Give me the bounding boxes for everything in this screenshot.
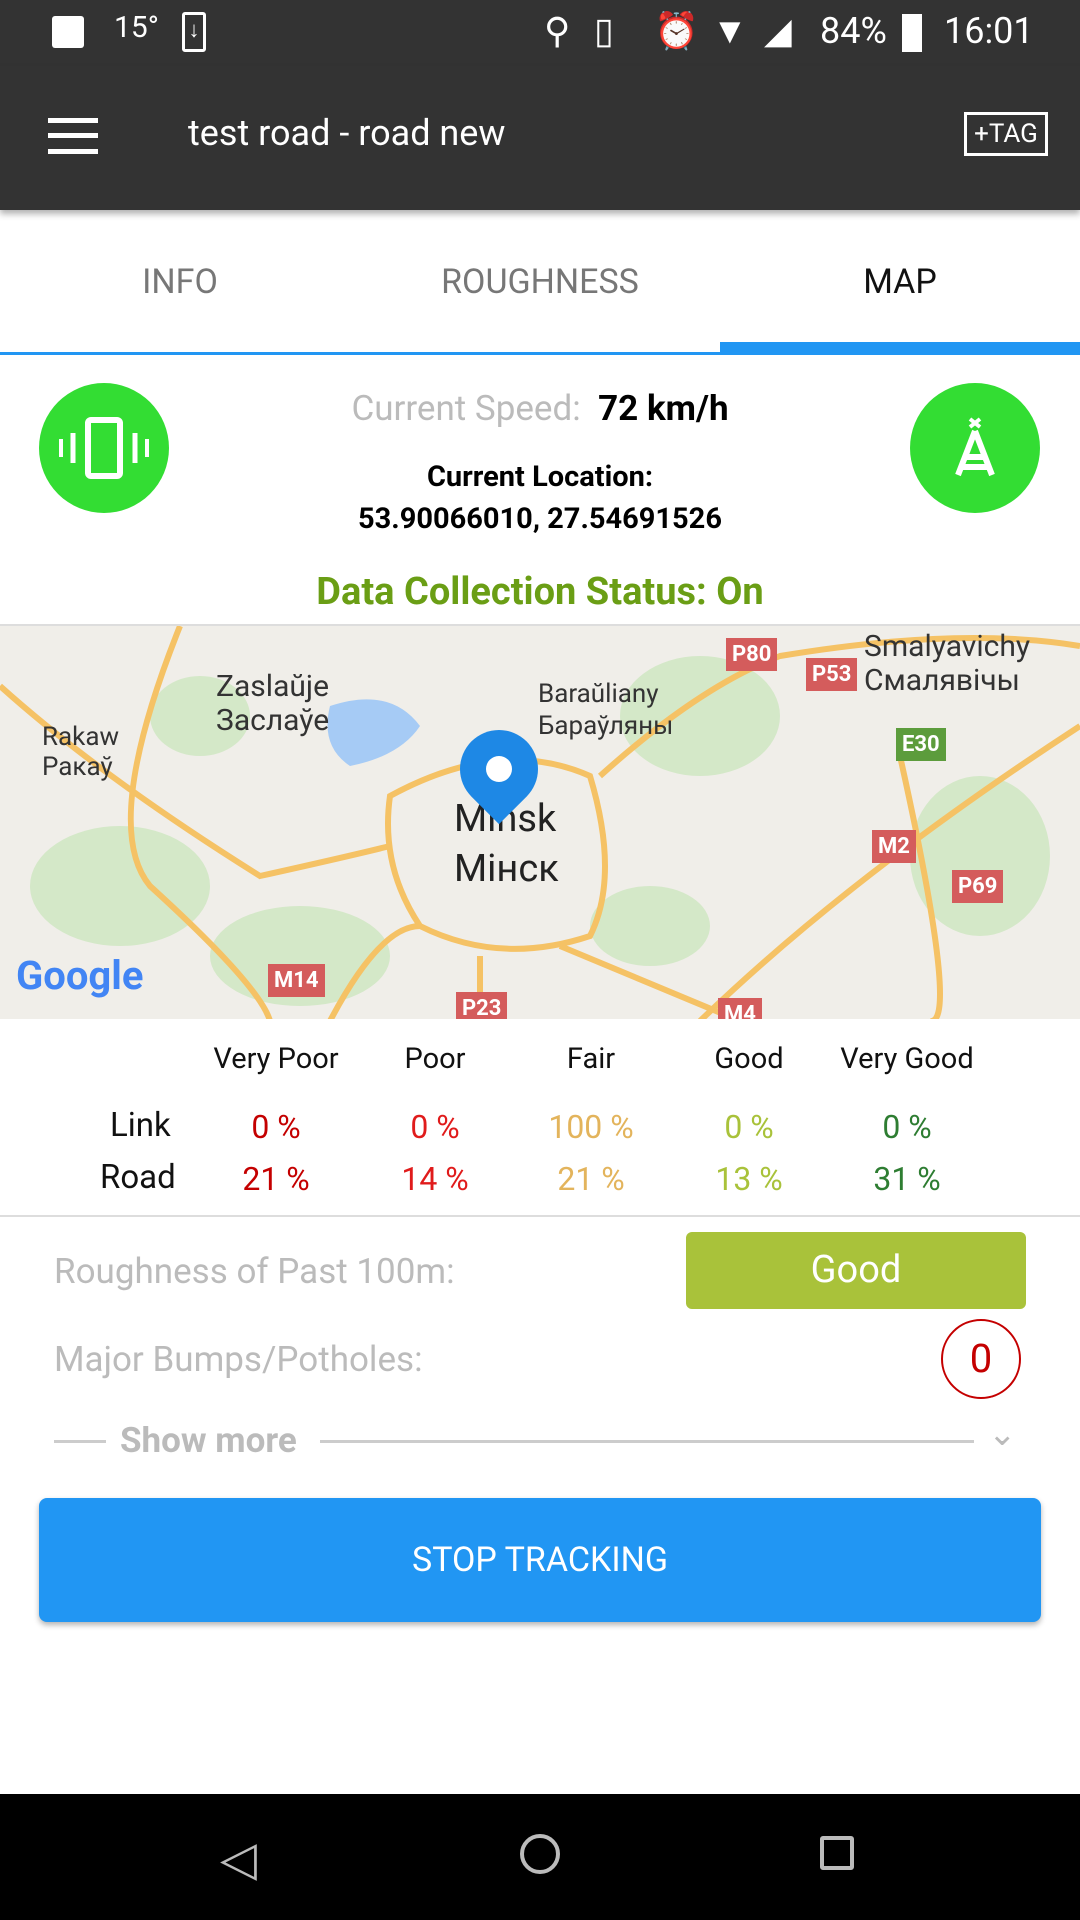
road-shield: P53 (806, 658, 858, 691)
map-label: Zaslaŭje (216, 669, 330, 704)
road-shield: P23 (456, 992, 508, 1019)
column-header: Very Poor (213, 1042, 339, 1076)
chevron-down-icon: ⌄ (988, 1414, 1017, 1454)
page-title: test road - road new (188, 112, 506, 154)
wifi-icon: ▼ (712, 10, 748, 52)
hamburger-icon[interactable] (48, 118, 98, 154)
link-fair: 100 % (548, 1108, 634, 1146)
status-bar: 15° ↓ ⚲ ▯ ⏰ ▼ ◢ 84% 16:01 (0, 0, 1080, 66)
road-shield: E30 (896, 728, 946, 761)
temperature: 15° (114, 10, 159, 45)
show-more-label: Show more (120, 1420, 297, 1461)
road-shield: M14 (268, 964, 325, 997)
toolbar: test road - road new +TAG (0, 66, 1080, 210)
speed-value: 72 km/h (598, 388, 729, 429)
road-shield: M2 (872, 830, 916, 863)
map-label: Rakaw (42, 722, 120, 752)
download-icon: ↓ (182, 12, 206, 52)
map-label: Бараўляны (538, 711, 674, 741)
image-icon (52, 16, 84, 48)
tab-indicator (720, 342, 1080, 355)
battery-charging-icon (902, 14, 922, 52)
google-logo: Google (16, 952, 144, 999)
road-shield: P69 (952, 870, 1004, 903)
map-label: Заслаўе (216, 703, 330, 738)
map-label: Ракаў (42, 752, 113, 782)
navigation-bar: ◁ (0, 1794, 1080, 1920)
map-label: Смалявічы (864, 663, 1020, 698)
row-label: Road (100, 1158, 176, 1197)
signal-icon: ◢ (764, 10, 792, 52)
battery-level: 84% (820, 10, 887, 52)
road-shield: P80 (726, 638, 778, 671)
map-label: Smalyavichy (864, 629, 1031, 664)
link-poor: 0 % (410, 1108, 460, 1146)
roughness-label: Roughness of Past 100m: (54, 1251, 455, 1292)
link-good: 0 % (724, 1108, 774, 1146)
road-very-poor: 21 % (242, 1160, 310, 1198)
stop-tracking-button[interactable]: STOP TRACKING (39, 1498, 1041, 1622)
column-header: Poor (404, 1042, 466, 1076)
lake (327, 699, 420, 766)
divider (0, 1215, 1080, 1217)
location-value: 53.90066010, 27.54691526 (358, 502, 722, 536)
add-tag-button[interactable]: +TAG (964, 112, 1048, 156)
tab-info[interactable]: INFO (0, 262, 360, 302)
column-header: Fair (566, 1042, 616, 1076)
back-icon[interactable]: ◁ (220, 1830, 257, 1887)
roughness-badge: Good (686, 1232, 1026, 1309)
location-icon: ⚲ (544, 10, 571, 52)
map-label: Мінск (454, 847, 559, 891)
map-view[interactable]: Zaslaŭje Заслаўе Rakaw Ракаў Baraŭliany Бар… (0, 624, 1080, 1019)
show-more-toggle[interactable]: Show more ⌄ (54, 1414, 1024, 1464)
location-label: Current Location: (426, 460, 654, 494)
tab-roughness[interactable]: ROUGHNESS (360, 262, 720, 302)
link-very-poor: 0 % (251, 1108, 301, 1146)
bumps-count: 0 (941, 1319, 1021, 1399)
speed-label: Current Speed: (351, 388, 581, 429)
tab-map[interactable]: MAP (720, 262, 1080, 302)
road-poor: 14 % (401, 1160, 469, 1198)
column-header: Good (714, 1042, 784, 1076)
map-label: Baraŭliany (538, 679, 659, 709)
recents-icon[interactable] (820, 1836, 854, 1870)
bumps-label: Major Bumps/Potholes: (54, 1339, 423, 1380)
road-shield: M4 (718, 998, 762, 1019)
road-very-good: 31 % (873, 1160, 941, 1198)
column-header: Very Good (840, 1042, 974, 1076)
home-icon[interactable] (520, 1834, 560, 1874)
road-fair: 21 % (557, 1160, 625, 1198)
speed-row: Current Speed: 72 km/h (0, 388, 1080, 429)
road-good: 13 % (715, 1160, 783, 1198)
vibrate-icon: ▯ (594, 10, 614, 52)
link-very-good: 0 % (882, 1108, 932, 1146)
clock: 16:01 (944, 10, 1034, 52)
alarm-icon: ⏰ (654, 10, 699, 52)
row-label: Link (110, 1106, 171, 1145)
data-collection-status: Data Collection Status: On (316, 570, 764, 614)
